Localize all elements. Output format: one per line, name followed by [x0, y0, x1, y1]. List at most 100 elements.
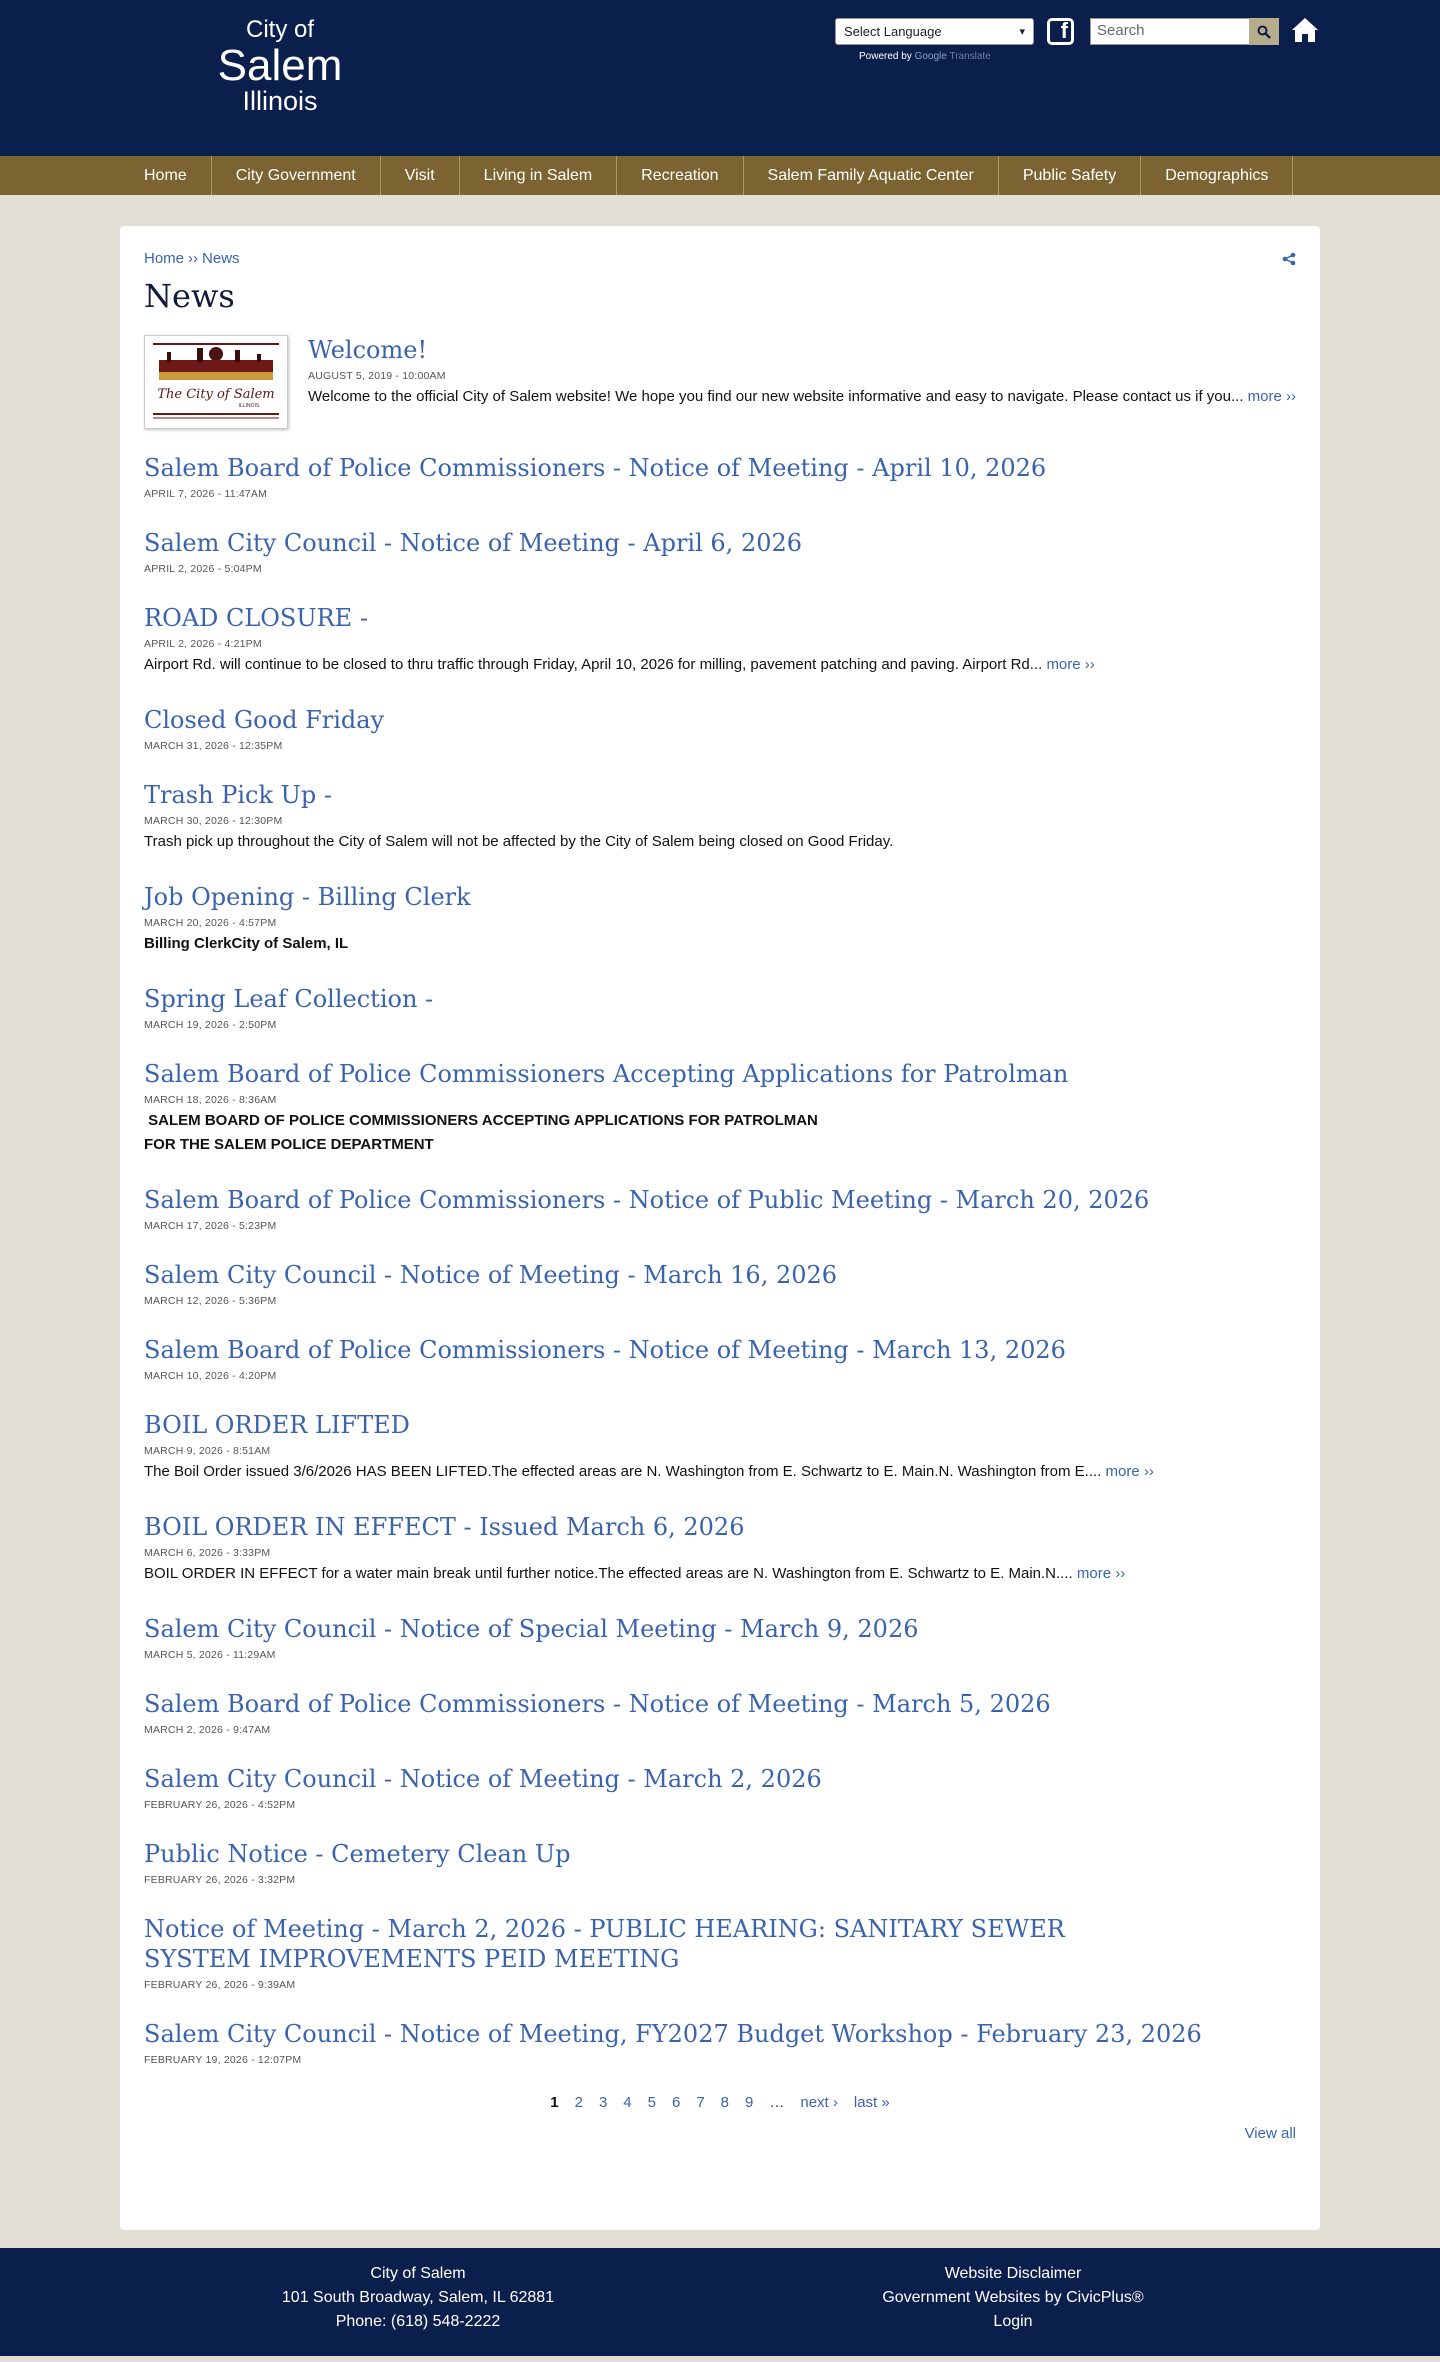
- language-select[interactable]: Select Language ▾: [835, 18, 1034, 45]
- news-date: February 19, 2026 - 12:07pm: [144, 2054, 302, 2066]
- pager-page[interactable]: 2: [567, 2094, 591, 2111]
- news-title[interactable]: BOIL ORDER IN EFFECT - Issued March 6, 2…: [144, 1512, 1296, 1542]
- nav-item-visit[interactable]: Visit: [381, 156, 460, 195]
- more-link[interactable]: more ››: [1106, 1463, 1154, 1480]
- news-item: Salem Board of Police Commissioners - No…: [144, 1689, 1296, 1736]
- content-panel: Home ›› News News The City of Salem ILLI…: [120, 226, 1320, 2230]
- news-title[interactable]: Closed Good Friday: [144, 705, 1296, 735]
- nav-item-home[interactable]: Home: [120, 156, 212, 195]
- pager-page[interactable]: 3: [591, 2094, 615, 2111]
- news-date: March 10, 2026 - 4:20pm: [144, 1370, 277, 1382]
- nav-item-recreation[interactable]: Recreation: [617, 156, 744, 195]
- thumb-subtext: ILLINOIS: [239, 403, 260, 409]
- news-date: April 2, 2026 - 5:04pm: [144, 563, 262, 575]
- news-item: Salem Board of Police Commissioners - No…: [144, 1335, 1296, 1382]
- footer-civicplus-link[interactable]: Government Websites by CivicPlus®: [820, 2286, 1206, 2310]
- news-date: April 7, 2026 - 11:47am: [144, 488, 268, 500]
- news-date: March 6, 2026 - 3:33pm: [144, 1547, 271, 1559]
- search-icon: [1257, 25, 1271, 39]
- more-link[interactable]: more ››: [1248, 388, 1296, 405]
- news-item: Salem City Council - Notice of Special M…: [144, 1614, 1296, 1661]
- site-footer: City of Salem 101 South Broadway, Salem,…: [0, 2248, 1440, 2356]
- news-title[interactable]: Trash Pick Up -: [144, 780, 1296, 810]
- news-title[interactable]: Salem Board of Police Commissioners - No…: [144, 453, 1296, 483]
- chevron-down-icon: ▾: [1019, 26, 1025, 38]
- news-summary-text: Airport Rd. will continue to be closed t…: [144, 656, 1043, 673]
- news-date: March 9, 2026 - 8:51am: [144, 1445, 271, 1457]
- news-item: BOIL ORDER LIFTED March 9, 2026 - 8:51am…: [144, 1410, 1296, 1484]
- news-title[interactable]: Job Opening - Billing Clerk: [144, 882, 1296, 912]
- news-date: March 20, 2026 - 4:57pm: [144, 917, 277, 929]
- logo-line2: Salem: [217, 41, 343, 90]
- breadcrumb-separator: ››: [188, 250, 199, 267]
- news-title[interactable]: Salem City Council - Notice of Meeting -…: [144, 528, 1296, 558]
- search-input[interactable]: Search: [1090, 18, 1250, 45]
- pager-page[interactable]: 6: [664, 2094, 688, 2111]
- nav-item-public-safety[interactable]: Public Safety: [999, 156, 1142, 195]
- pager-page[interactable]: 8: [713, 2094, 737, 2111]
- nav-item-city-government[interactable]: City Government: [212, 156, 381, 195]
- news-summary: Billing ClerkCity of Salem, IL: [144, 935, 349, 952]
- news-item: Salem City Council - Notice of Meeting -…: [144, 1260, 1296, 1307]
- powered-by-label: Powered by: [859, 51, 912, 62]
- news-title[interactable]: Spring Leaf Collection -: [144, 984, 1296, 1014]
- share-icon[interactable]: [1282, 252, 1296, 271]
- language-widget: Select Language ▾ Powered by Google Tran…: [835, 18, 1034, 62]
- news-title[interactable]: Salem City Council - Notice of Special M…: [144, 1614, 1296, 1644]
- news-date: March 18, 2026 - 8:36am: [144, 1094, 277, 1106]
- footer-disclaimer-link[interactable]: Website Disclaimer: [820, 2262, 1206, 2286]
- pager-next[interactable]: next ›: [792, 2094, 846, 2111]
- news-item: Public Notice - Cemetery Clean Up Februa…: [144, 1839, 1296, 1886]
- news-date: February 26, 2026 - 4:52pm: [144, 1799, 296, 1811]
- news-title[interactable]: BOIL ORDER LIFTED: [144, 1410, 1296, 1440]
- nav-item-aquatic-center[interactable]: Salem Family Aquatic Center: [744, 156, 999, 195]
- footer-city-name: City of Salem: [370, 2265, 466, 2282]
- breadcrumb: Home ›› News: [144, 250, 1296, 267]
- news-title[interactable]: Salem Board of Police Commissioners Acce…: [144, 1059, 1296, 1089]
- news-item: Notice of Meeting - March 2, 2026 - PUBL…: [144, 1914, 1296, 1991]
- breadcrumb-news[interactable]: News: [202, 250, 240, 267]
- pager-page[interactable]: 7: [688, 2094, 712, 2111]
- search-button[interactable]: [1249, 18, 1279, 45]
- powered-by-google: Powered by Google Translate: [835, 51, 1034, 62]
- facebook-icon[interactable]: f: [1047, 18, 1074, 45]
- news-title[interactable]: Salem City Council - Notice of Meeting, …: [144, 2019, 1296, 2049]
- news-title[interactable]: Public Notice - Cemetery Clean Up: [144, 1839, 1296, 1869]
- news-title[interactable]: Salem Board of Police Commissioners - No…: [144, 1185, 1296, 1215]
- home-icon[interactable]: [1290, 16, 1320, 49]
- news-summary-text: The Boil Order issued 3/6/2026 HAS BEEN …: [144, 1463, 1102, 1480]
- news-date: March 5, 2026 - 11:29am: [144, 1649, 276, 1661]
- news-summary-text: BOIL ORDER IN EFFECT for a water main br…: [144, 1565, 1073, 1582]
- news-date: March 12, 2026 - 5:36pm: [144, 1295, 277, 1307]
- site-header: City of Salem Illinois Select Language ▾…: [0, 0, 1440, 156]
- translate-link[interactable]: Translate: [949, 51, 990, 62]
- news-item: Salem Board of Police Commissioners Acce…: [144, 1059, 1296, 1157]
- featured-body: Welcome! August 5, 2019 - 10:00am Welcom…: [308, 335, 1296, 429]
- more-link[interactable]: more ››: [1046, 656, 1094, 673]
- news-title[interactable]: Salem City Council - Notice of Meeting -…: [144, 1764, 1296, 1794]
- news-title[interactable]: Notice of Meeting - March 2, 2026 - PUBL…: [144, 1914, 1164, 1974]
- footer-login-link[interactable]: Login: [820, 2310, 1206, 2334]
- nav-item-demographics[interactable]: Demographics: [1141, 156, 1294, 195]
- news-date: February 26, 2026 - 3:32pm: [144, 1874, 296, 1886]
- view-all-link[interactable]: View all: [1245, 2125, 1296, 2142]
- news-title[interactable]: Salem City Council - Notice of Meeting -…: [144, 1260, 1296, 1290]
- news-title[interactable]: Salem Board of Police Commissioners - No…: [144, 1335, 1296, 1365]
- news-item: Trash Pick Up - March 30, 2026 - 12:30pm…: [144, 780, 1296, 854]
- more-link[interactable]: more ››: [1077, 1565, 1125, 1582]
- breadcrumb-home[interactable]: Home: [144, 250, 184, 267]
- nav-item-living-in-salem[interactable]: Living in Salem: [460, 156, 618, 195]
- pager-last[interactable]: last »: [846, 2094, 898, 2111]
- news-title[interactable]: Salem Board of Police Commissioners - No…: [144, 1689, 1296, 1719]
- featured-thumbnail[interactable]: The City of Salem ILLINOIS: [144, 335, 288, 429]
- featured-news-item: The City of Salem ILLINOIS Welcome! Augu…: [144, 335, 1296, 429]
- news-summary: Airport Rd. will continue to be closed t…: [144, 653, 1296, 677]
- pager-page[interactable]: 4: [615, 2094, 639, 2111]
- pager-page[interactable]: 9: [737, 2094, 761, 2111]
- news-item: Job Opening - Billing Clerk March 20, 20…: [144, 882, 1296, 956]
- pager-page[interactable]: 5: [640, 2094, 664, 2111]
- site-logo[interactable]: City of Salem Illinois: [200, 18, 360, 115]
- news-title[interactable]: Welcome!: [308, 335, 1296, 365]
- footer-address: 101 South Broadway, Salem, IL 62881: [281, 2289, 555, 2306]
- news-title[interactable]: ROAD CLOSURE -: [144, 603, 1296, 633]
